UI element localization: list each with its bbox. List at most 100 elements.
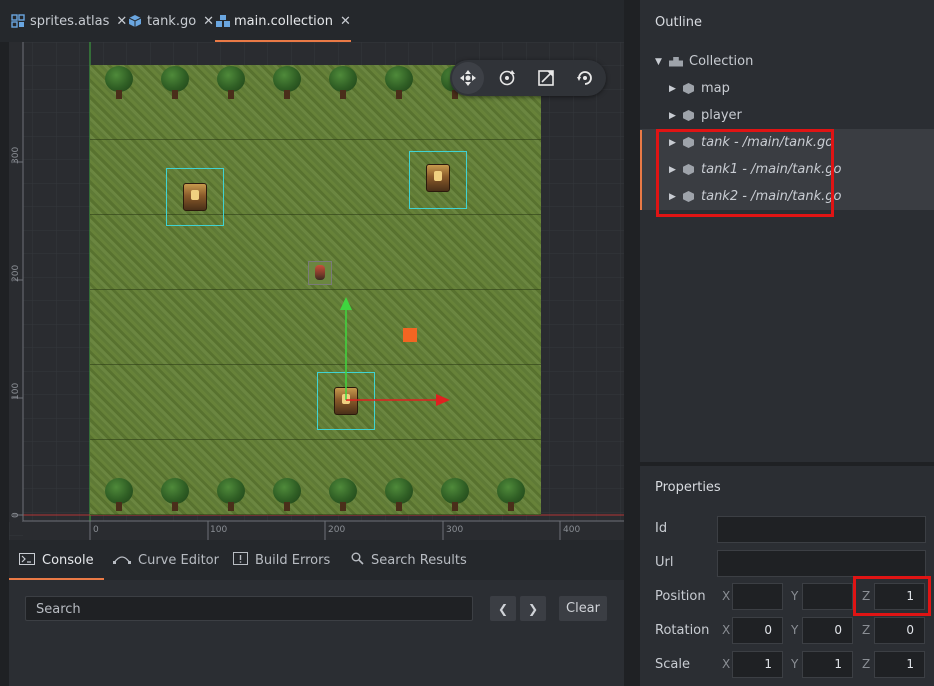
chevron-right-icon[interactable]: ▶ [669, 111, 683, 121]
chevron-left-icon: ❮ [497, 601, 509, 616]
tab-label: Build Errors [255, 552, 331, 568]
tab-label: main.collection [234, 13, 333, 29]
axis-x-label: X [722, 589, 731, 603]
tree-sprite [328, 478, 358, 512]
id-field[interactable] [717, 516, 926, 543]
clear-button[interactable]: Clear [559, 596, 607, 621]
outline-item-collection[interactable]: ▼ Collection [640, 48, 934, 75]
y-ruler-label: 200 [11, 264, 21, 282]
axis-z-label: Z [862, 623, 871, 637]
move-gizmo[interactable] [330, 290, 460, 410]
console-output[interactable] [9, 638, 624, 686]
axis-y-label: Y [791, 623, 799, 637]
scale-tool-icon[interactable] [530, 62, 562, 94]
outline-item-map[interactable]: ▶ map [640, 75, 934, 102]
cube-icon [128, 14, 142, 28]
rotation-x-field[interactable]: 0 [732, 617, 783, 644]
position-x-field[interactable] [732, 583, 783, 610]
rotation-z-field[interactable]: 0 [874, 617, 925, 644]
collection-icon [215, 14, 230, 28]
outline-panel: Outline ▼ Collection ▶ map ▶ player ▶ ta… [640, 0, 934, 462]
url-field[interactable] [717, 550, 926, 577]
y-axis-arrow [340, 297, 352, 310]
tree-sprite [328, 66, 358, 100]
tank-selection-box[interactable] [166, 168, 224, 226]
tree-sprite [384, 478, 414, 512]
scale-x-field[interactable]: 1 [732, 651, 783, 678]
properties-panel: Properties Id Url Position X Y Z 1 Rotat… [640, 462, 934, 686]
tab-curve-editor[interactable]: Curve Editor [113, 540, 219, 580]
tab-label: tank.go [147, 13, 197, 29]
curve-icon [113, 553, 131, 568]
properties-title: Properties [655, 480, 721, 495]
editor-tab-bar: sprites.atlas ✕ tank.go ✕ main.collectio… [0, 0, 624, 42]
tab-tank-go[interactable]: tank.go ✕ [128, 0, 214, 42]
chevron-down-icon[interactable]: ▼ [655, 57, 669, 67]
tree-sprite [216, 478, 246, 512]
x-ruler-label: 100 [210, 525, 228, 535]
tab-search-results[interactable]: Search Results [351, 540, 467, 580]
url-label: Url [655, 555, 674, 570]
prev-match-button[interactable]: ❮ [490, 596, 516, 621]
console-icon [19, 552, 35, 568]
close-icon[interactable]: ✕ [203, 14, 214, 29]
id-label: Id [655, 521, 668, 536]
alert-icon [233, 552, 248, 568]
close-icon[interactable]: ✕ [116, 14, 127, 29]
selection-marker [640, 130, 642, 210]
tab-main-collection[interactable]: main.collection ✕ [215, 0, 351, 42]
outline-title: Outline [655, 15, 703, 30]
tank1-selection-box[interactable] [409, 151, 467, 209]
scale-z-field[interactable]: 1 [874, 651, 925, 678]
x-ruler-label: 0 [93, 525, 99, 535]
game-object-icon [683, 83, 694, 94]
axis-x-label: X [722, 623, 731, 637]
tree-sprite [104, 478, 134, 512]
tree-sprite [440, 478, 470, 512]
tree-sprite [160, 66, 190, 100]
outline-item-label: Collection [689, 54, 754, 69]
outline-item-player[interactable]: ▶ player [640, 102, 934, 129]
scale-y-field[interactable]: 1 [802, 651, 853, 678]
bottom-panel-tabs: Console Curve Editor Build Errors Search… [9, 540, 624, 580]
scale-label: Scale [655, 657, 690, 672]
search-icon [351, 552, 364, 568]
tab-label: Curve Editor [138, 552, 219, 568]
tab-label: Console [42, 552, 94, 568]
axis-z-label: Z [862, 657, 871, 671]
console-search-input[interactable]: Search [25, 596, 473, 621]
tab-label: Search Results [371, 552, 467, 568]
x-axis-arrow [436, 394, 450, 406]
console-panel: Search ❮ ❯ Clear [9, 580, 624, 638]
map-tilemap[interactable] [90, 65, 541, 515]
collection-icon [669, 56, 683, 67]
position-y-field[interactable] [802, 583, 853, 610]
rotation-y-field[interactable]: 0 [802, 617, 853, 644]
rotate-tool-icon[interactable] [491, 62, 523, 94]
tab-build-errors[interactable]: Build Errors [233, 540, 330, 580]
player-sprite[interactable] [308, 261, 332, 285]
tab-console[interactable]: Console [9, 540, 104, 580]
x-ruler-label: 300 [446, 525, 464, 535]
chevron-right-icon: ❯ [527, 601, 539, 616]
y-ruler-label: 300 [11, 146, 21, 164]
chevron-right-icon[interactable]: ▶ [669, 84, 683, 94]
tab-sprites-atlas[interactable]: sprites.atlas ✕ [11, 0, 127, 42]
close-icon[interactable]: ✕ [340, 14, 351, 29]
tree-sprite [496, 478, 526, 512]
tab-label: sprites.atlas [30, 13, 110, 29]
move-tool-icon[interactable] [452, 62, 484, 94]
tree-sprite [272, 478, 302, 512]
y-ruler-label: 0 [11, 512, 21, 518]
x-ruler-label: 200 [328, 525, 346, 535]
scene-viewport[interactable]: 300 200 100 0 0 100 200 300 400 [9, 42, 624, 540]
outline-item-label: map [701, 81, 730, 96]
camera-reset-icon[interactable] [569, 62, 601, 94]
next-match-button[interactable]: ❯ [520, 596, 546, 621]
tank-sprite [426, 164, 450, 192]
game-object-icon [683, 110, 694, 121]
tree-sprite [104, 66, 134, 100]
tree-sprite [160, 478, 190, 512]
axis-x-label: X [722, 657, 731, 671]
highlight-box [853, 576, 931, 616]
